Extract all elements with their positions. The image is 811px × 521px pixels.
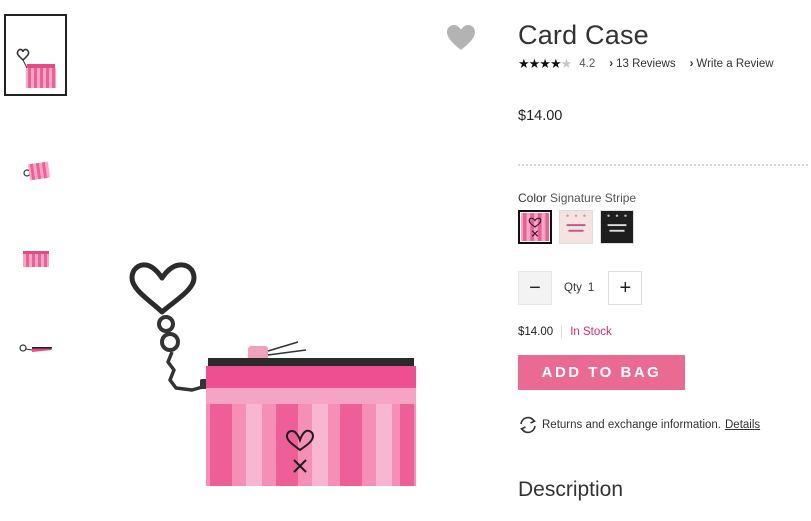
color-label-text: Color (518, 191, 547, 205)
swatch-image (601, 211, 633, 243)
returns-icon (520, 416, 536, 434)
returns-details-link[interactable]: Details (725, 419, 760, 431)
thumbnail-3[interactable] (4, 218, 67, 300)
stock-price: $14.00 (518, 325, 554, 338)
thumbnail-1[interactable] (4, 14, 67, 96)
reviews-link-label: 13 Reviews (616, 58, 676, 70)
description-heading[interactable]: Description (518, 478, 623, 502)
chevron-right-icon: › (689, 58, 694, 70)
product-main-image (100, 250, 440, 510)
stock-row: $14.00 In Stock (518, 325, 612, 338)
returns-text: Returns and exchange information. (542, 419, 721, 431)
quantity-label: Qty (564, 282, 582, 294)
rating-value: 4.2 (579, 58, 596, 70)
quantity-value: 1 (587, 282, 595, 294)
swatch-image (560, 211, 592, 243)
product-title: Card Case (518, 20, 649, 50)
color-selected-value: Signature Stripe (550, 191, 637, 205)
returns-info: Returns and exchange information. Detail… (518, 416, 760, 434)
star-rating: ★★★★★ (518, 56, 572, 71)
chevron-right-icon: › (609, 58, 614, 70)
thumbnail-image (16, 48, 56, 88)
add-to-bag-button[interactable]: ADD TO BAG (518, 355, 685, 390)
color-swatches (518, 210, 634, 244)
card-case-illustration (129, 262, 416, 486)
quantity-stepper: − Qty 1 + (518, 271, 643, 305)
thumbnail-image (18, 344, 52, 352)
rating-row: ★★★★★ 4.2 › 13 Reviews › Write a Review (518, 56, 774, 72)
thumbnail-image (22, 161, 50, 181)
heart-icon (447, 25, 475, 50)
thumbnail-image (22, 251, 49, 267)
swatch-signature-stripe[interactable] (518, 210, 552, 244)
quantity-decrease-button[interactable]: − (518, 271, 552, 305)
product-price: $14.00 (518, 108, 563, 124)
divider (518, 164, 808, 166)
swatch-image (521, 213, 549, 241)
thumbnail-4[interactable] (4, 308, 67, 390)
quantity-increase-button[interactable]: + (608, 271, 643, 305)
wishlist-button[interactable] (446, 24, 476, 52)
write-review-label: Write a Review (696, 58, 774, 70)
swatch-black-logo[interactable] (600, 210, 634, 244)
write-review-link[interactable]: › Write a Review (690, 58, 774, 70)
swatch-blush-logo[interactable] (559, 210, 593, 244)
color-label: Color Signature Stripe (518, 191, 636, 205)
divider (561, 325, 563, 338)
quantity-display: Qty 1 (564, 282, 594, 294)
reviews-link[interactable]: › 13 Reviews (609, 58, 675, 70)
stock-status: In Stock (570, 325, 612, 338)
thumbnail-2[interactable] (4, 128, 67, 210)
